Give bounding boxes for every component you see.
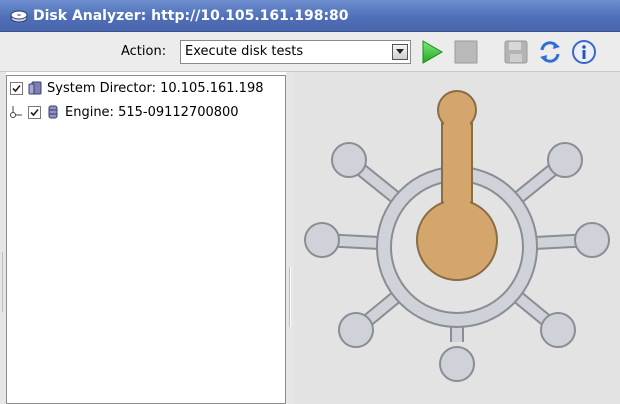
tree-item-engine[interactable]: Engine: 515-09112700800 (10, 102, 239, 122)
chevron-down-icon[interactable] (392, 44, 408, 60)
title-url: http://10.105.161.198:80 (151, 7, 349, 24)
tree-panel: System Director: 10.105.161.198 Engine: … (6, 75, 286, 404)
info-icon (572, 40, 596, 64)
database-icon (48, 105, 58, 119)
tree-item-system-director[interactable]: System Director: 10.105.161.198 (10, 78, 264, 98)
play-button[interactable] (418, 38, 446, 66)
splitter-grip[interactable] (289, 267, 291, 327)
info-button[interactable] (570, 38, 598, 66)
stop-button[interactable] (452, 38, 480, 66)
network-hub-icon (304, 90, 610, 382)
tree-item-label: Engine: 515-09112700800 (65, 104, 239, 120)
action-selected-value: Execute disk tests (185, 44, 304, 59)
stop-icon (454, 40, 478, 64)
title-prefix: Disk Analyzer: (33, 7, 152, 24)
left-grip[interactable] (2, 252, 4, 312)
toolbar: Action: Execute disk tests (0, 32, 620, 72)
tree-checkbox[interactable] (28, 105, 41, 119)
save-button[interactable] (502, 38, 530, 66)
refresh-button[interactable] (536, 38, 564, 66)
play-icon (422, 40, 443, 64)
action-select[interactable]: Execute disk tests (180, 40, 411, 64)
tree-expander-icon[interactable] (10, 105, 24, 119)
tree-item-label: System Director: 10.105.161.198 (47, 80, 264, 96)
disk-icon (10, 10, 28, 22)
panel-splitter[interactable] (286, 72, 294, 404)
title-bar: Disk Analyzer: http://10.105.161.198:80 (0, 0, 620, 32)
tree-checkbox[interactable] (10, 81, 23, 95)
save-icon (504, 40, 528, 64)
preview-panel (294, 72, 620, 404)
window-title: Disk Analyzer: http://10.105.161.198:80 (33, 8, 349, 24)
refresh-icon (540, 41, 560, 63)
server-icon (28, 81, 42, 95)
action-label: Action: (121, 44, 167, 59)
